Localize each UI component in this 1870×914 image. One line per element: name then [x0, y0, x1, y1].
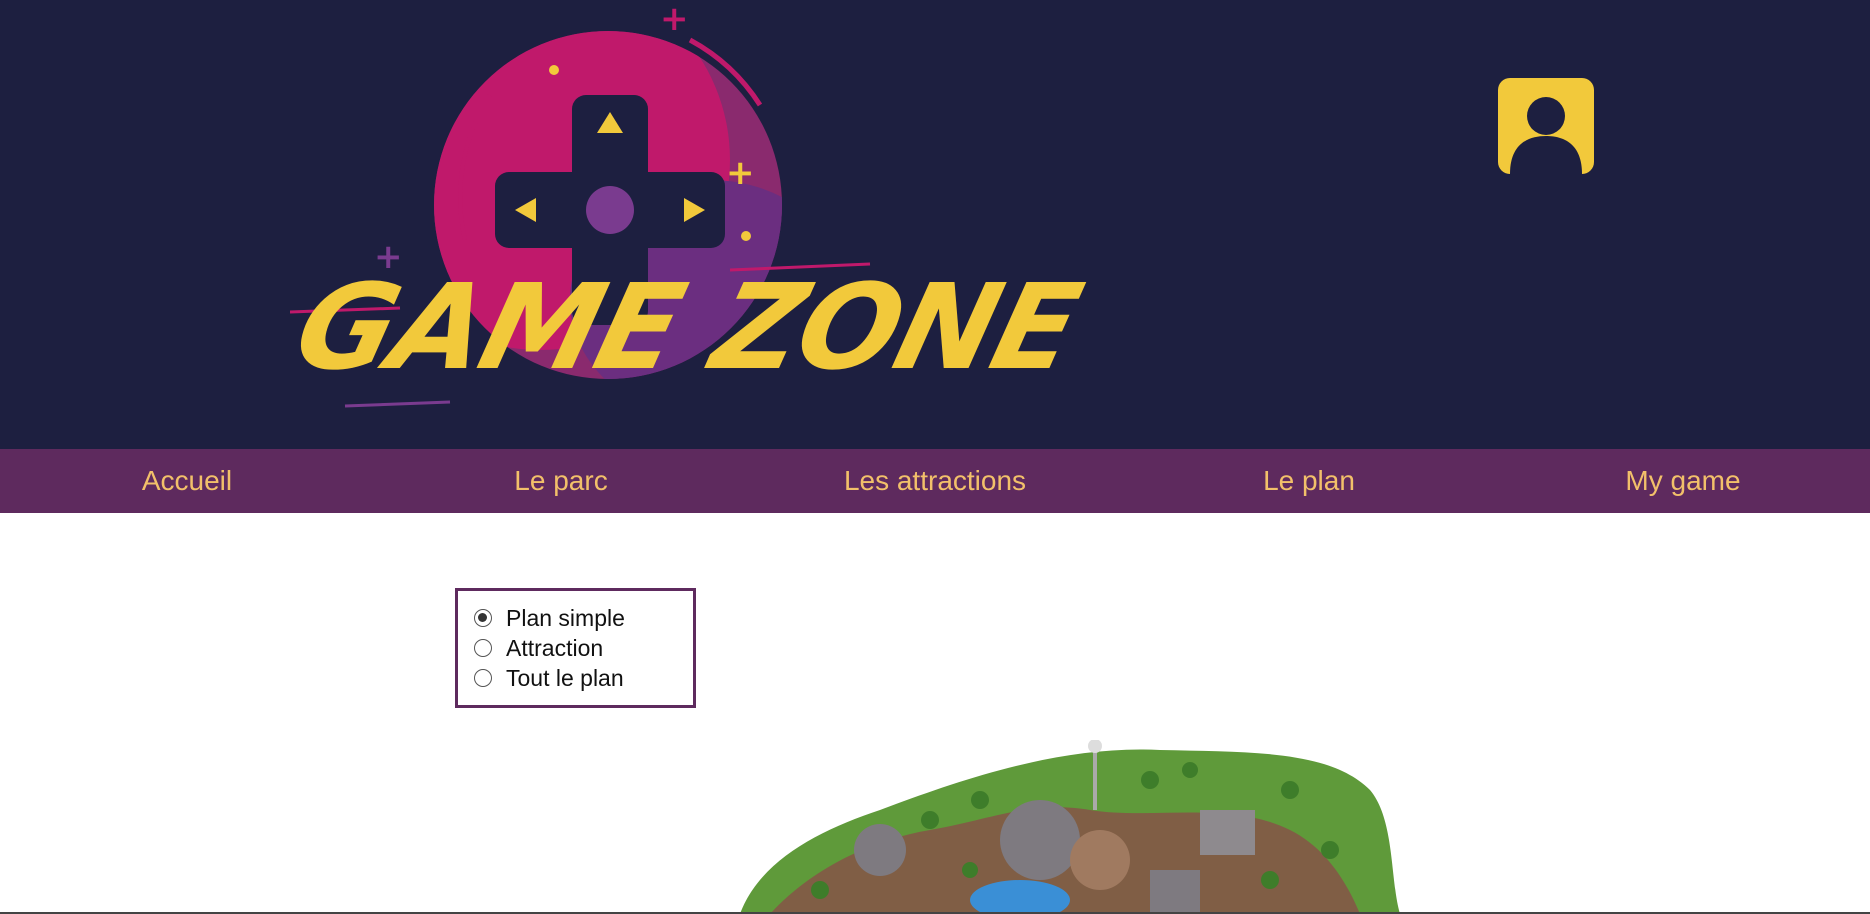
nav-accueil[interactable]: Accueil: [0, 449, 374, 513]
radio-plan-simple[interactable]: [474, 609, 492, 627]
svg-text:+: +: [660, 0, 689, 39]
park-map-image[interactable]: [730, 740, 1410, 914]
option-label: Attraction: [506, 634, 604, 661]
option-label: Tout le plan: [506, 664, 624, 691]
radio-attraction[interactable]: [474, 639, 492, 657]
option-label: Plan simple: [506, 604, 625, 631]
main-nav: Accueil Le parc Les attractions Le plan …: [0, 449, 1870, 513]
logo-text: GAME ZONE: [282, 258, 1092, 396]
option-plan-simple[interactable]: Plan simple: [474, 603, 693, 633]
nav-les-attractions[interactable]: Les attractions: [748, 449, 1122, 513]
nav-my-game[interactable]: My game: [1496, 449, 1870, 513]
plan-options-group: Plan simple Attraction Tout le plan: [455, 588, 696, 708]
option-attraction[interactable]: Attraction: [474, 633, 693, 663]
nav-le-plan[interactable]: Le plan: [1122, 449, 1496, 513]
option-tout-le-plan[interactable]: Tout le plan: [474, 663, 693, 693]
user-avatar-icon[interactable]: [1498, 78, 1594, 174]
radio-tout-le-plan[interactable]: [474, 669, 492, 687]
svg-text:+: +: [726, 153, 755, 193]
header: + + + GAME ZONE: [0, 0, 1870, 449]
nav-le-parc[interactable]: Le parc: [374, 449, 748, 513]
